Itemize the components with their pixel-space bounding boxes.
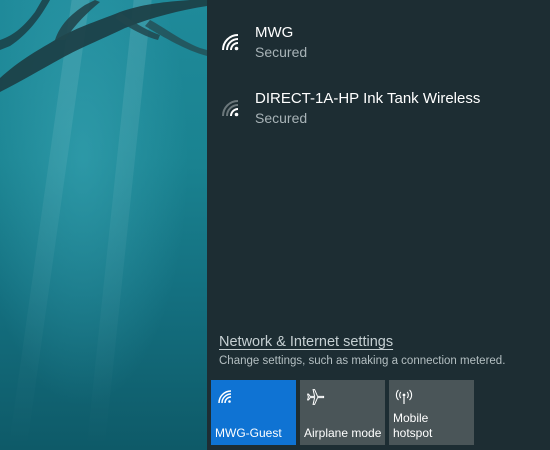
wifi-icon	[218, 390, 232, 404]
network-settings-link[interactable]: Network & Internet settings	[219, 334, 393, 350]
driftwood-branch	[0, 0, 207, 92]
tile-label: Airplane mode	[304, 426, 382, 440]
network-status: Secured	[255, 44, 308, 60]
mobile-hotspot-button[interactable]: Mobile hotspot	[389, 380, 474, 445]
network-name: DIRECT-1A-HP Ink Tank Wireless	[255, 90, 481, 107]
network-flyout: MWG Secured DIRECT-1A-HP Ink Tank Wirele…	[207, 0, 550, 450]
airplane-mode-button[interactable]: Airplane mode	[300, 380, 385, 445]
network-name: MWG	[255, 24, 294, 41]
wifi-tile-button[interactable]: MWG-Guest	[211, 380, 296, 445]
network-settings-description: Change settings, such as making a connec…	[219, 355, 506, 367]
network-item-mwg[interactable]: MWG Secured	[219, 24, 539, 78]
wifi-weak-icon	[222, 100, 239, 117]
airplane-icon	[306, 389, 325, 405]
network-item-direct-hp[interactable]: DIRECT-1A-HP Ink Tank Wireless Secured	[219, 90, 539, 144]
hotspot-icon	[395, 389, 413, 404]
network-status: Secured	[255, 110, 308, 126]
tile-label: MWG-Guest	[215, 426, 282, 440]
tile-label: Mobile hotspot	[393, 411, 433, 440]
wifi-icon	[222, 34, 239, 51]
desktop-wallpaper	[0, 0, 207, 450]
